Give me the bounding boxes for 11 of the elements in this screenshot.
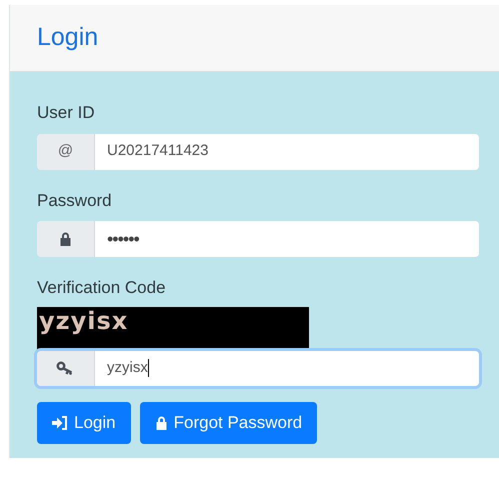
at-sign: @ bbox=[58, 141, 74, 162]
forgot-password-button[interactable]: Forgot Password bbox=[140, 402, 318, 444]
field-label: Verification Code bbox=[37, 277, 167, 299]
sign-in-icon bbox=[52, 416, 68, 430]
lock-icon bbox=[154, 416, 168, 430]
field-label: User ID bbox=[37, 102, 96, 124]
lock-icon bbox=[59, 232, 72, 246]
captcha-image: yzyisx bbox=[37, 306, 309, 350]
card-title: Login bbox=[37, 22, 98, 54]
login-button[interactable]: Login bbox=[37, 402, 131, 444]
field-label: Password bbox=[37, 190, 113, 212]
